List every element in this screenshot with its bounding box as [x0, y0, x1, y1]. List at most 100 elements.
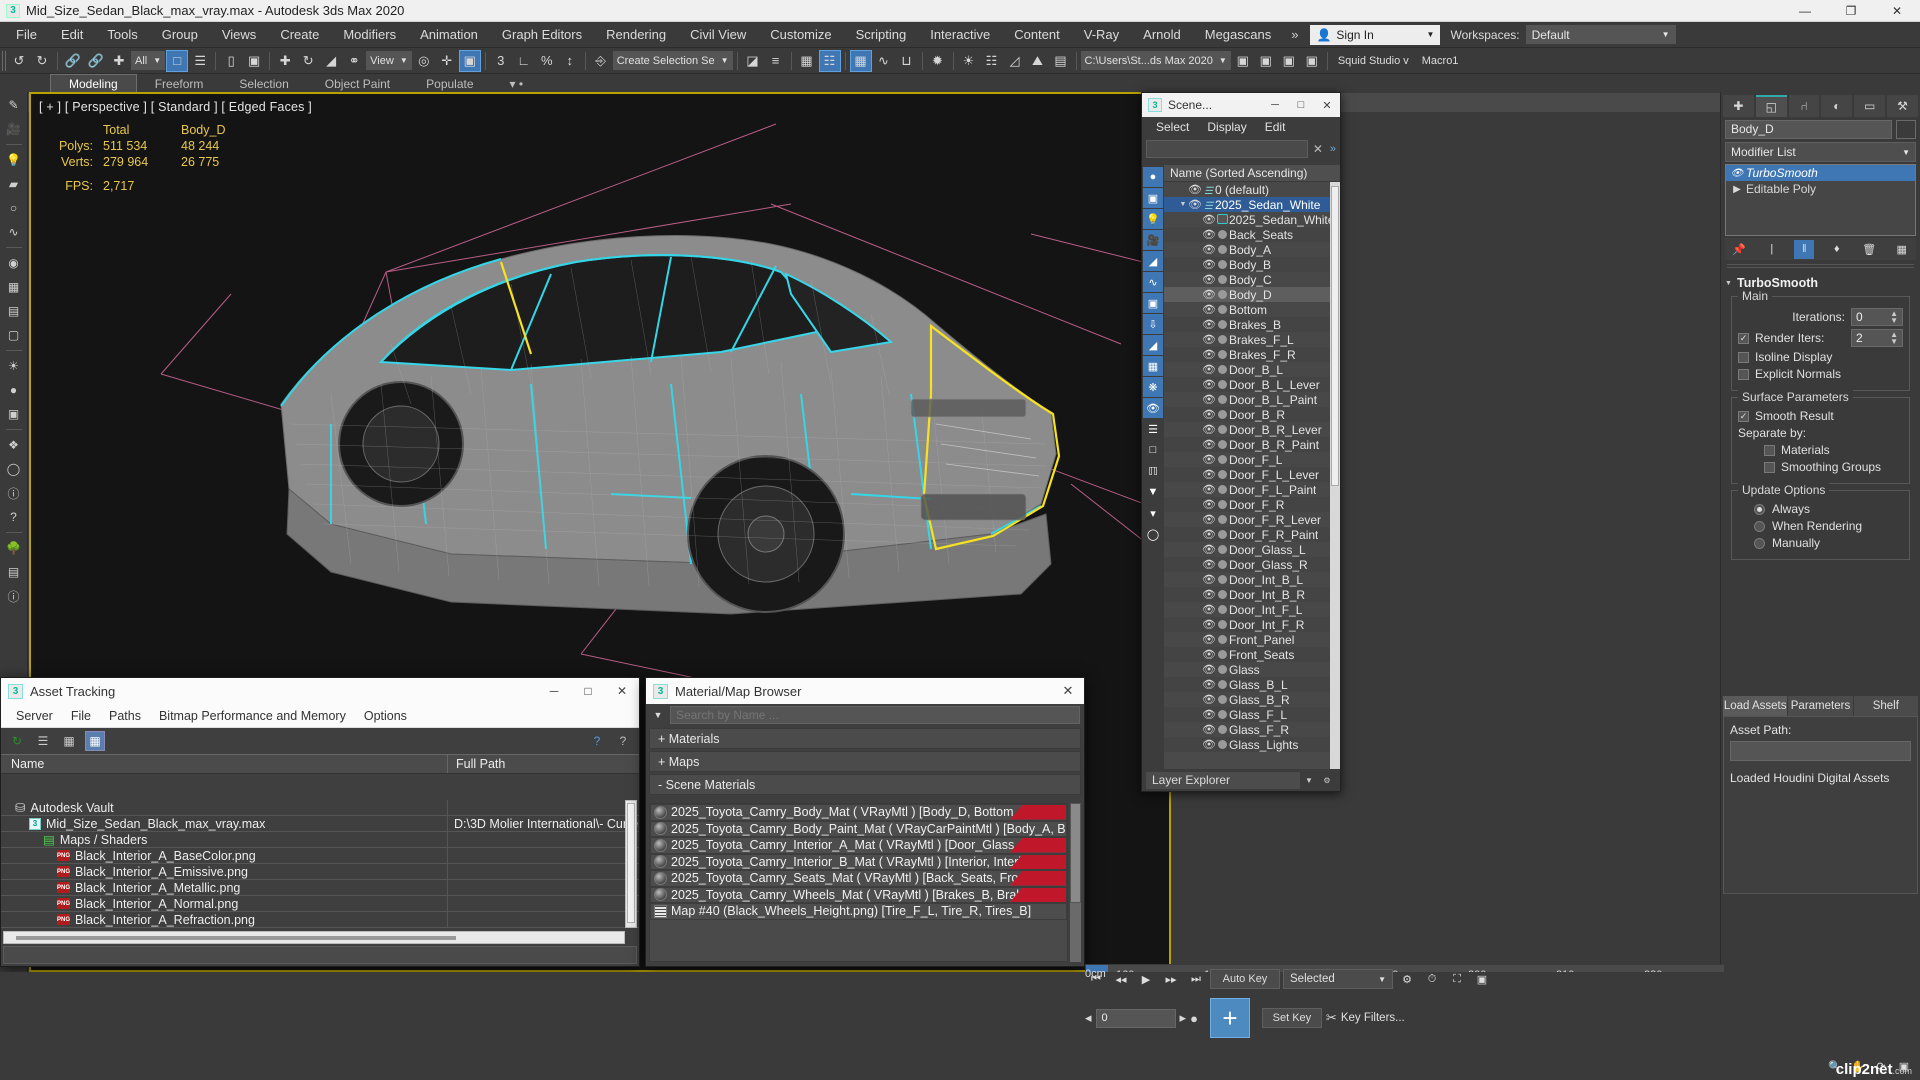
- object-icon[interactable]: [1216, 498, 1229, 512]
- asset-row-name-cell[interactable]: PNG Black_Interior_A_Metallic.png: [1, 880, 448, 895]
- angle-snap-toggle-button[interactable]: ∟: [513, 50, 535, 72]
- filter-pin-icon[interactable]: ◯: [1143, 524, 1163, 544]
- menu-item-modifiers[interactable]: Modifiers: [331, 23, 408, 46]
- asset-row-path-cell[interactable]: [448, 832, 639, 847]
- object-icon[interactable]: [1216, 588, 1229, 602]
- scene-explorer-row[interactable]: 👁 Bottom: [1164, 302, 1340, 317]
- scene-explorer-row[interactable]: 👁 Brakes_F_R: [1164, 347, 1340, 362]
- asset-tracking-row[interactable]: ⛁ Autodesk Vault: [1, 800, 639, 816]
- grid-icon[interactable]: ▦: [85, 731, 105, 751]
- menu-overflow-chevron-icon[interactable]: »: [1283, 23, 1306, 46]
- filter-hidden-icon[interactable]: 👁: [1143, 398, 1163, 418]
- scene-explorer-menu-display[interactable]: Display: [1199, 118, 1254, 136]
- section-materials[interactable]: + Materials: [649, 728, 1081, 749]
- particle-view-button[interactable]: ✹: [927, 50, 949, 72]
- curve-editor-button[interactable]: ∿: [873, 50, 895, 72]
- go-to-end-icon[interactable]: ⏭: [1185, 969, 1207, 989]
- vault-undo-checkout-button[interactable]: ▣: [1301, 50, 1323, 72]
- ribbon-tab-modeling[interactable]: Modeling: [50, 74, 137, 93]
- eye-icon[interactable]: 👁: [1202, 378, 1216, 391]
- scene-explorer-title-bar[interactable]: 3 Scene... ─ □ ✕: [1142, 93, 1340, 117]
- ribbon-tab-populate[interactable]: Populate: [408, 75, 491, 93]
- scene-explorer-row[interactable]: 👁 Door_F_R: [1164, 497, 1340, 512]
- scene-explorer-button[interactable]: ☷: [818, 49, 841, 72]
- asset-menu-options[interactable]: Options: [355, 706, 416, 726]
- light-icon[interactable]: 💡: [3, 149, 25, 171]
- asset-row-name-cell[interactable]: PNG Black_Interior_A_BaseColor.png: [1, 848, 448, 863]
- asset-row-path-cell[interactable]: [448, 848, 639, 863]
- asset-tracking-row[interactable]: PNG Black_Interior_A_Refraction.png: [1, 912, 639, 928]
- scene-explorer-row[interactable]: 👁 Door_Int_B_R: [1164, 587, 1340, 602]
- material-row[interactable]: 2025_Toyota_Camry_Interior_A_Mat ( VRayM…: [650, 837, 1067, 854]
- scene-explorer-row[interactable]: 👁 Door_F_R_Paint: [1164, 527, 1340, 542]
- asset-tracking-row[interactable]: PNG Black_Interior_A_Normal.png: [1, 896, 639, 912]
- set-key-button[interactable]: Set Key: [1261, 1008, 1322, 1028]
- object-icon[interactable]: [1216, 693, 1229, 707]
- collapse-triangle-icon[interactable]: ▼: [1725, 280, 1737, 287]
- material-row[interactable]: 2025_Toyota_Camry_Wheels_Mat ( VRayMtl )…: [650, 886, 1067, 903]
- scrollbar-thumb[interactable]: [1070, 803, 1081, 903]
- asset-row-name-cell[interactable]: PNG Black_Interior_A_Normal.png: [1, 896, 448, 911]
- modifier-stack[interactable]: 👁 TurboSmooth ▶ Editable Poly: [1725, 164, 1916, 236]
- menu-item-scripting[interactable]: Scripting: [844, 23, 919, 46]
- scene-explorer-row[interactable]: 👁 Door_F_L: [1164, 452, 1340, 467]
- layer-stack-icon[interactable]: ☰: [1202, 183, 1215, 197]
- eye-icon[interactable]: 👁: [1202, 663, 1216, 676]
- eye-icon[interactable]: 👁: [1202, 468, 1216, 481]
- ribbon-tab-freeform[interactable]: Freeform: [137, 75, 222, 93]
- object-icon[interactable]: [1216, 513, 1229, 527]
- vault-checkin-button[interactable]: ▣: [1255, 50, 1277, 72]
- eye-icon[interactable]: 👁: [1188, 198, 1202, 211]
- asset-tracking-row[interactable]: PNG Black_Interior_A_Emissive.png: [1, 864, 639, 880]
- object-icon[interactable]: [1216, 393, 1229, 407]
- smoothing-groups-checkbox[interactable]: [1764, 461, 1775, 473]
- minimize-button[interactable]: —: [1782, 0, 1828, 22]
- info-icon[interactable]: ⓘ: [3, 482, 25, 504]
- section-scene-materials[interactable]: - Scene Materials: [649, 774, 1081, 795]
- utilities-tab[interactable]: ⚒: [1887, 95, 1918, 117]
- current-frame-field[interactable]: 0: [1095, 1008, 1176, 1028]
- expand-icon[interactable]: ▶: [1728, 184, 1746, 195]
- workspaces-value[interactable]: Default ▼: [1525, 25, 1676, 44]
- reference-coordinate-system-combo[interactable]: View ▼: [366, 51, 412, 70]
- eye-icon[interactable]: 👁: [1202, 633, 1216, 646]
- window-crossing-button[interactable]: ▣: [243, 50, 265, 72]
- object-icon[interactable]: [1216, 438, 1229, 452]
- asset-path-field[interactable]: [1730, 741, 1911, 761]
- object-icon[interactable]: [1216, 348, 1229, 362]
- redo-button[interactable]: ↻: [31, 50, 53, 72]
- filter-xrefs-icon[interactable]: ⇩: [1143, 314, 1163, 334]
- scene-explorer-row[interactable]: ▼ 👁 ☰ 2025_Sedan_White: [1164, 197, 1340, 212]
- filter-funnel-icon[interactable]: ▼: [1143, 482, 1163, 502]
- sun-icon[interactable]: ☀: [3, 355, 25, 377]
- material-row[interactable]: 2025_Toyota_Camry_Body_Paint_Mat ( VRayC…: [650, 820, 1067, 837]
- update-when-rendering-radio[interactable]: [1754, 520, 1765, 532]
- bind-to-space-warp-button[interactable]: ✚: [108, 50, 130, 72]
- section-maps[interactable]: + Maps: [649, 751, 1081, 772]
- object-icon[interactable]: [1216, 303, 1229, 317]
- material-editor-button[interactable]: ☀: [958, 50, 980, 72]
- scene-explorer-row[interactable]: 👁 Door_Glass_L: [1164, 542, 1340, 557]
- filter-lights-icon[interactable]: 💡: [1143, 209, 1163, 229]
- scene-explorer-row[interactable]: 👁 Door_Int_F_R: [1164, 617, 1340, 632]
- key-filters-wrench-icon[interactable]: ✂: [1326, 1010, 1337, 1026]
- help-icon[interactable]: ?: [613, 731, 633, 751]
- scene-explorer-row[interactable]: 👁 Door_F_L_Lever: [1164, 467, 1340, 482]
- scrollbar-thumb[interactable]: [1331, 186, 1339, 486]
- uvw-icon[interactable]: ▦: [3, 276, 25, 298]
- eye-icon[interactable]: 👁: [1202, 303, 1216, 316]
- scene-explorer-column-header[interactable]: Name (Sorted Ascending): [1164, 165, 1340, 182]
- filter-geometry-icon[interactable]: ▣: [1143, 188, 1163, 208]
- next-frame-icon[interactable]: ▸▸: [1160, 969, 1182, 989]
- vray-frame-buffer-icon[interactable]: ❖: [3, 434, 25, 456]
- spline-icon[interactable]: ∿: [3, 221, 25, 243]
- filter-shapes-icon[interactable]: ❋: [1143, 377, 1163, 397]
- object-icon[interactable]: [1216, 423, 1229, 437]
- list-icon[interactable]: ☰: [33, 731, 53, 751]
- modifier-icon[interactable]: ▤: [3, 300, 25, 322]
- select-by-name-button[interactable]: ☰: [189, 50, 211, 72]
- asset-menu-bitmap-performance[interactable]: Bitmap Performance and Memory: [150, 706, 355, 726]
- asset-row-name-cell[interactable]: PNG Black_Interior_A_Refraction.png: [1, 912, 448, 927]
- eye-icon[interactable]: 👁: [1202, 228, 1216, 241]
- scene-explorer-list[interactable]: Name (Sorted Ascending) 👁 ☰ 0 (default) ▼ 👁 ☰…: [1164, 165, 1340, 769]
